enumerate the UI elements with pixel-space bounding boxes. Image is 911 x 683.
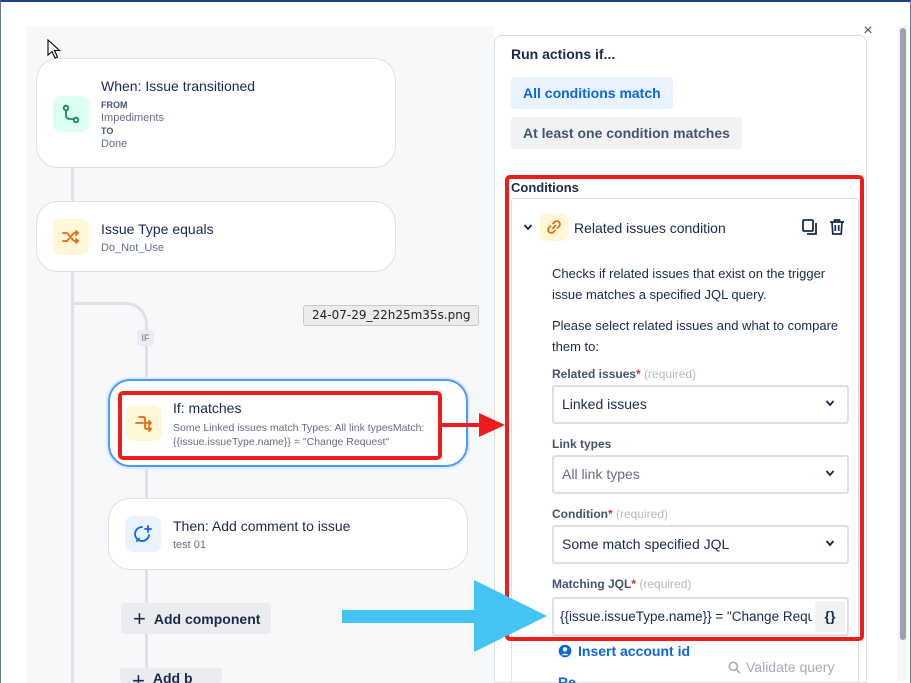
cutoff-link[interactable]: Re xyxy=(558,674,576,683)
issue-type-title: Issue Type equals xyxy=(101,221,214,237)
trigger-title: When: Issue transitioned xyxy=(101,78,256,94)
run-actions-title: Run actions if... xyxy=(511,46,616,62)
search-icon xyxy=(728,661,741,674)
validate-query-label: Validate query xyxy=(746,659,835,675)
flow-line xyxy=(145,466,148,500)
add-branch-label: Add b xyxy=(152,670,193,683)
from-label: FROM xyxy=(101,100,128,110)
flow-line xyxy=(145,345,148,381)
related-issues-condition-title: Related issues condition xyxy=(574,220,726,236)
issue-type-condition-card[interactable]: Issue Type equals Do_Not_Use xyxy=(36,201,396,272)
chevron-down-icon xyxy=(825,457,835,492)
insert-account-id-link[interactable]: Insert account id xyxy=(558,643,690,659)
from-value: Impediments xyxy=(101,112,164,124)
file-tooltip: 24-07-29_22h25m35s.png xyxy=(303,305,480,326)
matching-jql-value[interactable]: {{issue.issueType.name}} = "Change Reque… xyxy=(560,599,812,634)
condition-select[interactable]: Some match specified JQL xyxy=(552,525,849,564)
branch-icon xyxy=(126,405,162,441)
all-conditions-match-option[interactable]: All conditions match xyxy=(511,77,673,109)
link-icon xyxy=(540,213,568,241)
delete-trash-icon[interactable] xyxy=(828,218,846,236)
validate-query-button[interactable]: Validate query xyxy=(728,659,834,675)
condition-instruction: Please select related issues and what to… xyxy=(552,318,839,354)
plus-icon: + xyxy=(133,605,146,631)
shuffle-icon xyxy=(53,219,89,255)
at-least-one-condition-option[interactable]: At least one condition matches xyxy=(511,117,742,149)
panel-scrollbar-thumb[interactable] xyxy=(900,28,906,640)
add-component-label: Add component xyxy=(153,610,261,627)
insert-account-id-label: Insert account id xyxy=(578,643,691,659)
action-title: Then: Add comment to issue xyxy=(173,518,351,534)
if-detail-line2: {{issue.issueType.name}} = "Change Reque… xyxy=(173,436,390,448)
matching-jql-label: Matching JQL* (required) xyxy=(552,577,692,591)
plus-icon: + xyxy=(132,668,145,683)
add-component-button[interactable]: + Add component xyxy=(121,603,271,634)
collapse-chevron-icon[interactable] xyxy=(523,221,533,235)
if-title: If: matches xyxy=(173,400,242,416)
action-subtitle: test 01 xyxy=(173,539,207,551)
to-label: TO xyxy=(101,126,114,136)
if-badge: IF xyxy=(137,330,154,346)
conditions-label: Conditions xyxy=(511,180,579,195)
chevron-down-icon xyxy=(825,387,835,422)
issue-type-subtitle: Do_Not_Use xyxy=(101,242,164,254)
related-issues-value: Linked issues xyxy=(562,396,647,412)
if-matches-card[interactable]: If: matches Some Linked issues match Typ… xyxy=(108,379,468,467)
close-icon[interactable]: × xyxy=(860,22,876,40)
flow-line xyxy=(71,168,74,202)
transition-icon xyxy=(53,96,89,132)
duplicate-icon[interactable] xyxy=(801,218,819,236)
condition-description: Checks if related issues that exist on t… xyxy=(552,266,826,302)
to-value: Done xyxy=(101,138,128,150)
link-types-label: Link types xyxy=(552,437,612,451)
chevron-down-icon xyxy=(825,527,835,562)
link-types-select[interactable]: All link types xyxy=(552,455,849,494)
trigger-card[interactable]: When: Issue transitioned FROM Impediment… xyxy=(36,58,396,168)
condition-value: Some match specified JQL xyxy=(562,536,730,552)
smart-value-braces-button[interactable]: {} xyxy=(815,601,845,632)
add-comment-action-card[interactable]: Then: Add comment to issue test 01 xyxy=(108,498,468,570)
if-detail-line1: Some Linked issues match Types: All link… xyxy=(173,422,425,434)
matching-jql-input[interactable]: {{issue.issueType.name}} = "Change Reque… xyxy=(552,597,849,636)
related-issues-label: Related issues* (required) xyxy=(552,367,697,381)
mouse-cursor-icon xyxy=(47,39,61,59)
add-branch-button[interactable]: + Add b xyxy=(120,668,222,683)
comment-add-icon xyxy=(125,516,161,552)
link-types-value: All link types xyxy=(562,466,640,482)
user-icon xyxy=(558,644,572,658)
related-issues-select[interactable]: Linked issues xyxy=(552,385,849,424)
condition-label: Condition* (required) xyxy=(552,507,669,521)
trigger-details: FROM Impediments TO Done xyxy=(101,99,164,151)
